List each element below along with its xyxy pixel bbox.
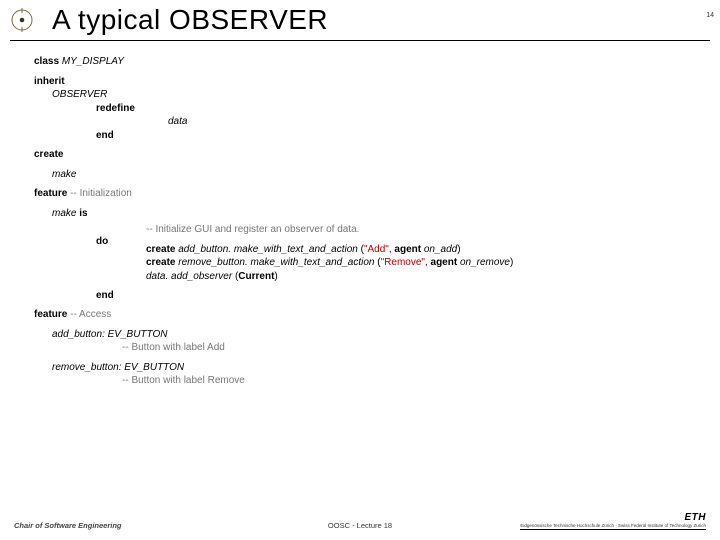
kw-create-inline: create (146, 244, 175, 255)
eth-logo: ETH Eidgenössische Technische Hochschule… (520, 513, 706, 531)
slide-header: A typical OBSERVER (0, 0, 720, 36)
attr-type: : EV_BUTTON (102, 329, 167, 340)
eth-logo-subtext: Eidgenössische Technische Hochschule Zür… (520, 524, 706, 529)
attr-name: add_button (52, 329, 102, 340)
page-number: 14 (706, 12, 714, 19)
attr-comment: -- Button with label Add (34, 341, 720, 355)
kw-create-inline: create (146, 257, 175, 268)
code-expr: data. add_observer (146, 271, 232, 282)
footer-left: Chair of Software Engineering (14, 521, 122, 530)
slide-footer: Chair of Software Engineering OOSC - Lec… (0, 513, 720, 531)
kw-end: end (96, 290, 114, 301)
kw-feature: feature (34, 188, 67, 199)
section-comment: -- Access (70, 309, 111, 320)
slide-title: A typical OBSERVER (52, 4, 328, 36)
footer-center: OOSC - Lecture 18 (328, 521, 392, 530)
redefined-feature: data (168, 115, 187, 129)
code-expr: add_button. make_with_text_and_action (178, 244, 358, 255)
code-expr: remove_button. make_with_text_and_action (178, 257, 374, 268)
kw-end: end (96, 130, 114, 141)
kw-inherit: inherit (34, 76, 65, 87)
kw-agent: agent (394, 244, 421, 255)
kw-feature: feature (34, 309, 67, 320)
kw-is: is (79, 208, 87, 219)
string-literal: "Add" (364, 244, 389, 255)
string-literal: "Remove" (381, 257, 425, 268)
class-name: MY_DISPLAY (62, 56, 124, 67)
section-comment: -- Initialization (70, 188, 132, 199)
attr-name: remove_button (52, 362, 119, 373)
kw-create: create (34, 149, 63, 160)
creator-name: make (52, 169, 76, 180)
make-comment: -- Initialize GUI and register an observ… (146, 223, 513, 237)
kw-do: do (96, 236, 108, 247)
kw-redefine: redefine (96, 103, 135, 114)
kw-current: Current (238, 271, 274, 282)
agent-target: on_remove (460, 257, 510, 268)
kw-agent: agent (431, 257, 458, 268)
make-decl: make (52, 208, 76, 219)
agent-target: on_add (424, 244, 457, 255)
attr-comment: -- Button with label Remove (34, 374, 720, 388)
attr-type: : EV_BUTTON (119, 362, 184, 373)
kw-class: class (34, 56, 59, 67)
eth-logo-bar (520, 529, 706, 530)
code-block: class MY_DISPLAY inherit OBSERVER redefi… (0, 41, 720, 388)
parent-class: OBSERVER (52, 89, 107, 100)
eth-logo-text: ETH (685, 512, 707, 523)
bullet-icon (10, 8, 34, 32)
